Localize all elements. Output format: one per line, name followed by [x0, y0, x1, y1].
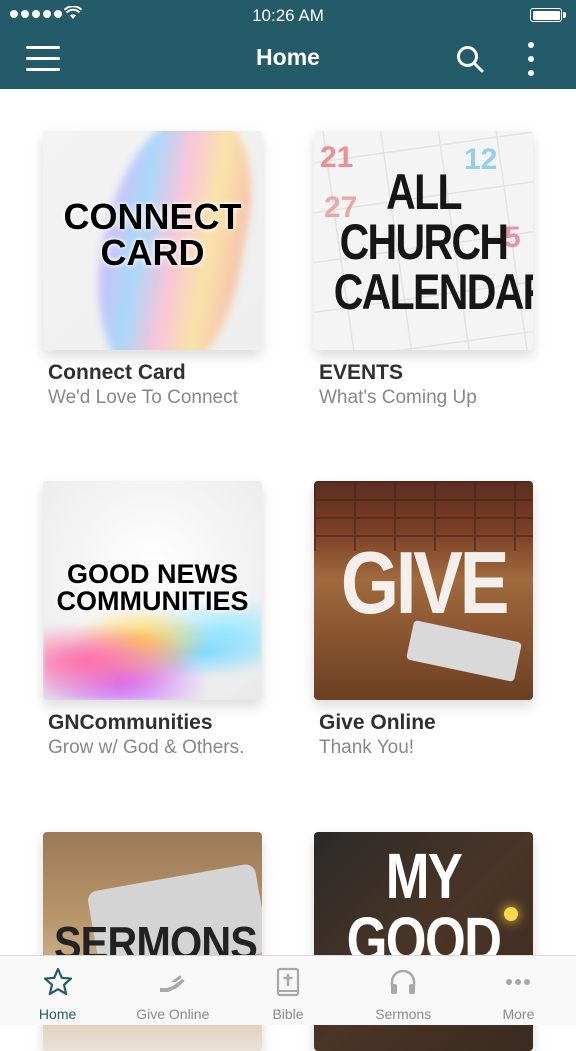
star-icon — [43, 967, 72, 996]
card-image: 21 27 12 5 ALL CHURCH CALENDAR — [314, 131, 533, 350]
bible-icon — [276, 967, 300, 997]
card-subtitle: Thank You! — [319, 737, 415, 758]
card-communities[interactable]: GOOD NEWS COMMUNITIES GNCommunities Grow… — [43, 481, 262, 758]
card-image-text: GIVE — [340, 533, 510, 632]
card-give-online[interactable]: GIVE Give Online Thank You! — [314, 481, 533, 758]
battery-icon — [530, 8, 566, 22]
give-hand-icon — [159, 975, 185, 992]
tab-bible[interactable]: Bible — [230, 956, 345, 1025]
tab-home[interactable]: Home — [0, 956, 115, 1025]
card-image: GIVE — [314, 481, 533, 700]
card-image-text: ALL CHURCH CALENDAR — [333, 164, 533, 320]
tab-give-online[interactable]: Give Online — [115, 956, 230, 1025]
card-image: CONNECT CARD — [43, 131, 262, 350]
tab-label: Home — [38, 1006, 77, 1022]
card-image-text: GOOD NEWS COMMUNITIES — [56, 559, 249, 616]
card-image-text: MY GOOD — [346, 840, 502, 976]
card-connect[interactable]: CONNECT CARD Connect Card We'd Love To C… — [43, 131, 262, 408]
tab-label: Sermons — [375, 1006, 432, 1022]
tab-label: More — [502, 1006, 535, 1022]
card-subtitle: Grow w/ God & Others. — [48, 737, 245, 758]
status-bar: 10:26 AM — [0, 0, 576, 30]
headphones-icon — [390, 969, 416, 994]
tab-sermons[interactable]: Sermons — [346, 956, 461, 1025]
tab-label: Give Online — [136, 1006, 210, 1022]
card-events[interactable]: 21 27 12 5 ALL CHURCH CALENDAR EVENTS Wh… — [314, 131, 533, 408]
card-subtitle: We'd Love To Connect — [48, 387, 238, 408]
card-title: Connect Card — [48, 361, 186, 384]
nav-bar: Home — [0, 30, 576, 89]
card-title: EVENTS — [319, 361, 404, 384]
tab-label: Bible — [272, 1006, 304, 1022]
card-title: Give Online — [319, 711, 436, 734]
card-title: GNCommunities — [48, 711, 213, 734]
more-dots-icon — [506, 979, 531, 985]
tab-bar: Home Give Online Bible Sermons More — [0, 955, 576, 1025]
tab-more[interactable]: More — [461, 956, 576, 1025]
top-bar: 10:26 AM Home — [0, 0, 576, 89]
card-image: GOOD NEWS COMMUNITIES — [43, 481, 262, 700]
card-subtitle: What's Coming Up — [319, 387, 477, 408]
more-options-icon[interactable] — [526, 42, 536, 76]
card-image-text: CONNECT CARD — [63, 196, 242, 273]
page-title: Home — [256, 44, 320, 70]
search-icon[interactable] — [455, 44, 485, 74]
status-time: 10:26 AM — [252, 6, 324, 25]
